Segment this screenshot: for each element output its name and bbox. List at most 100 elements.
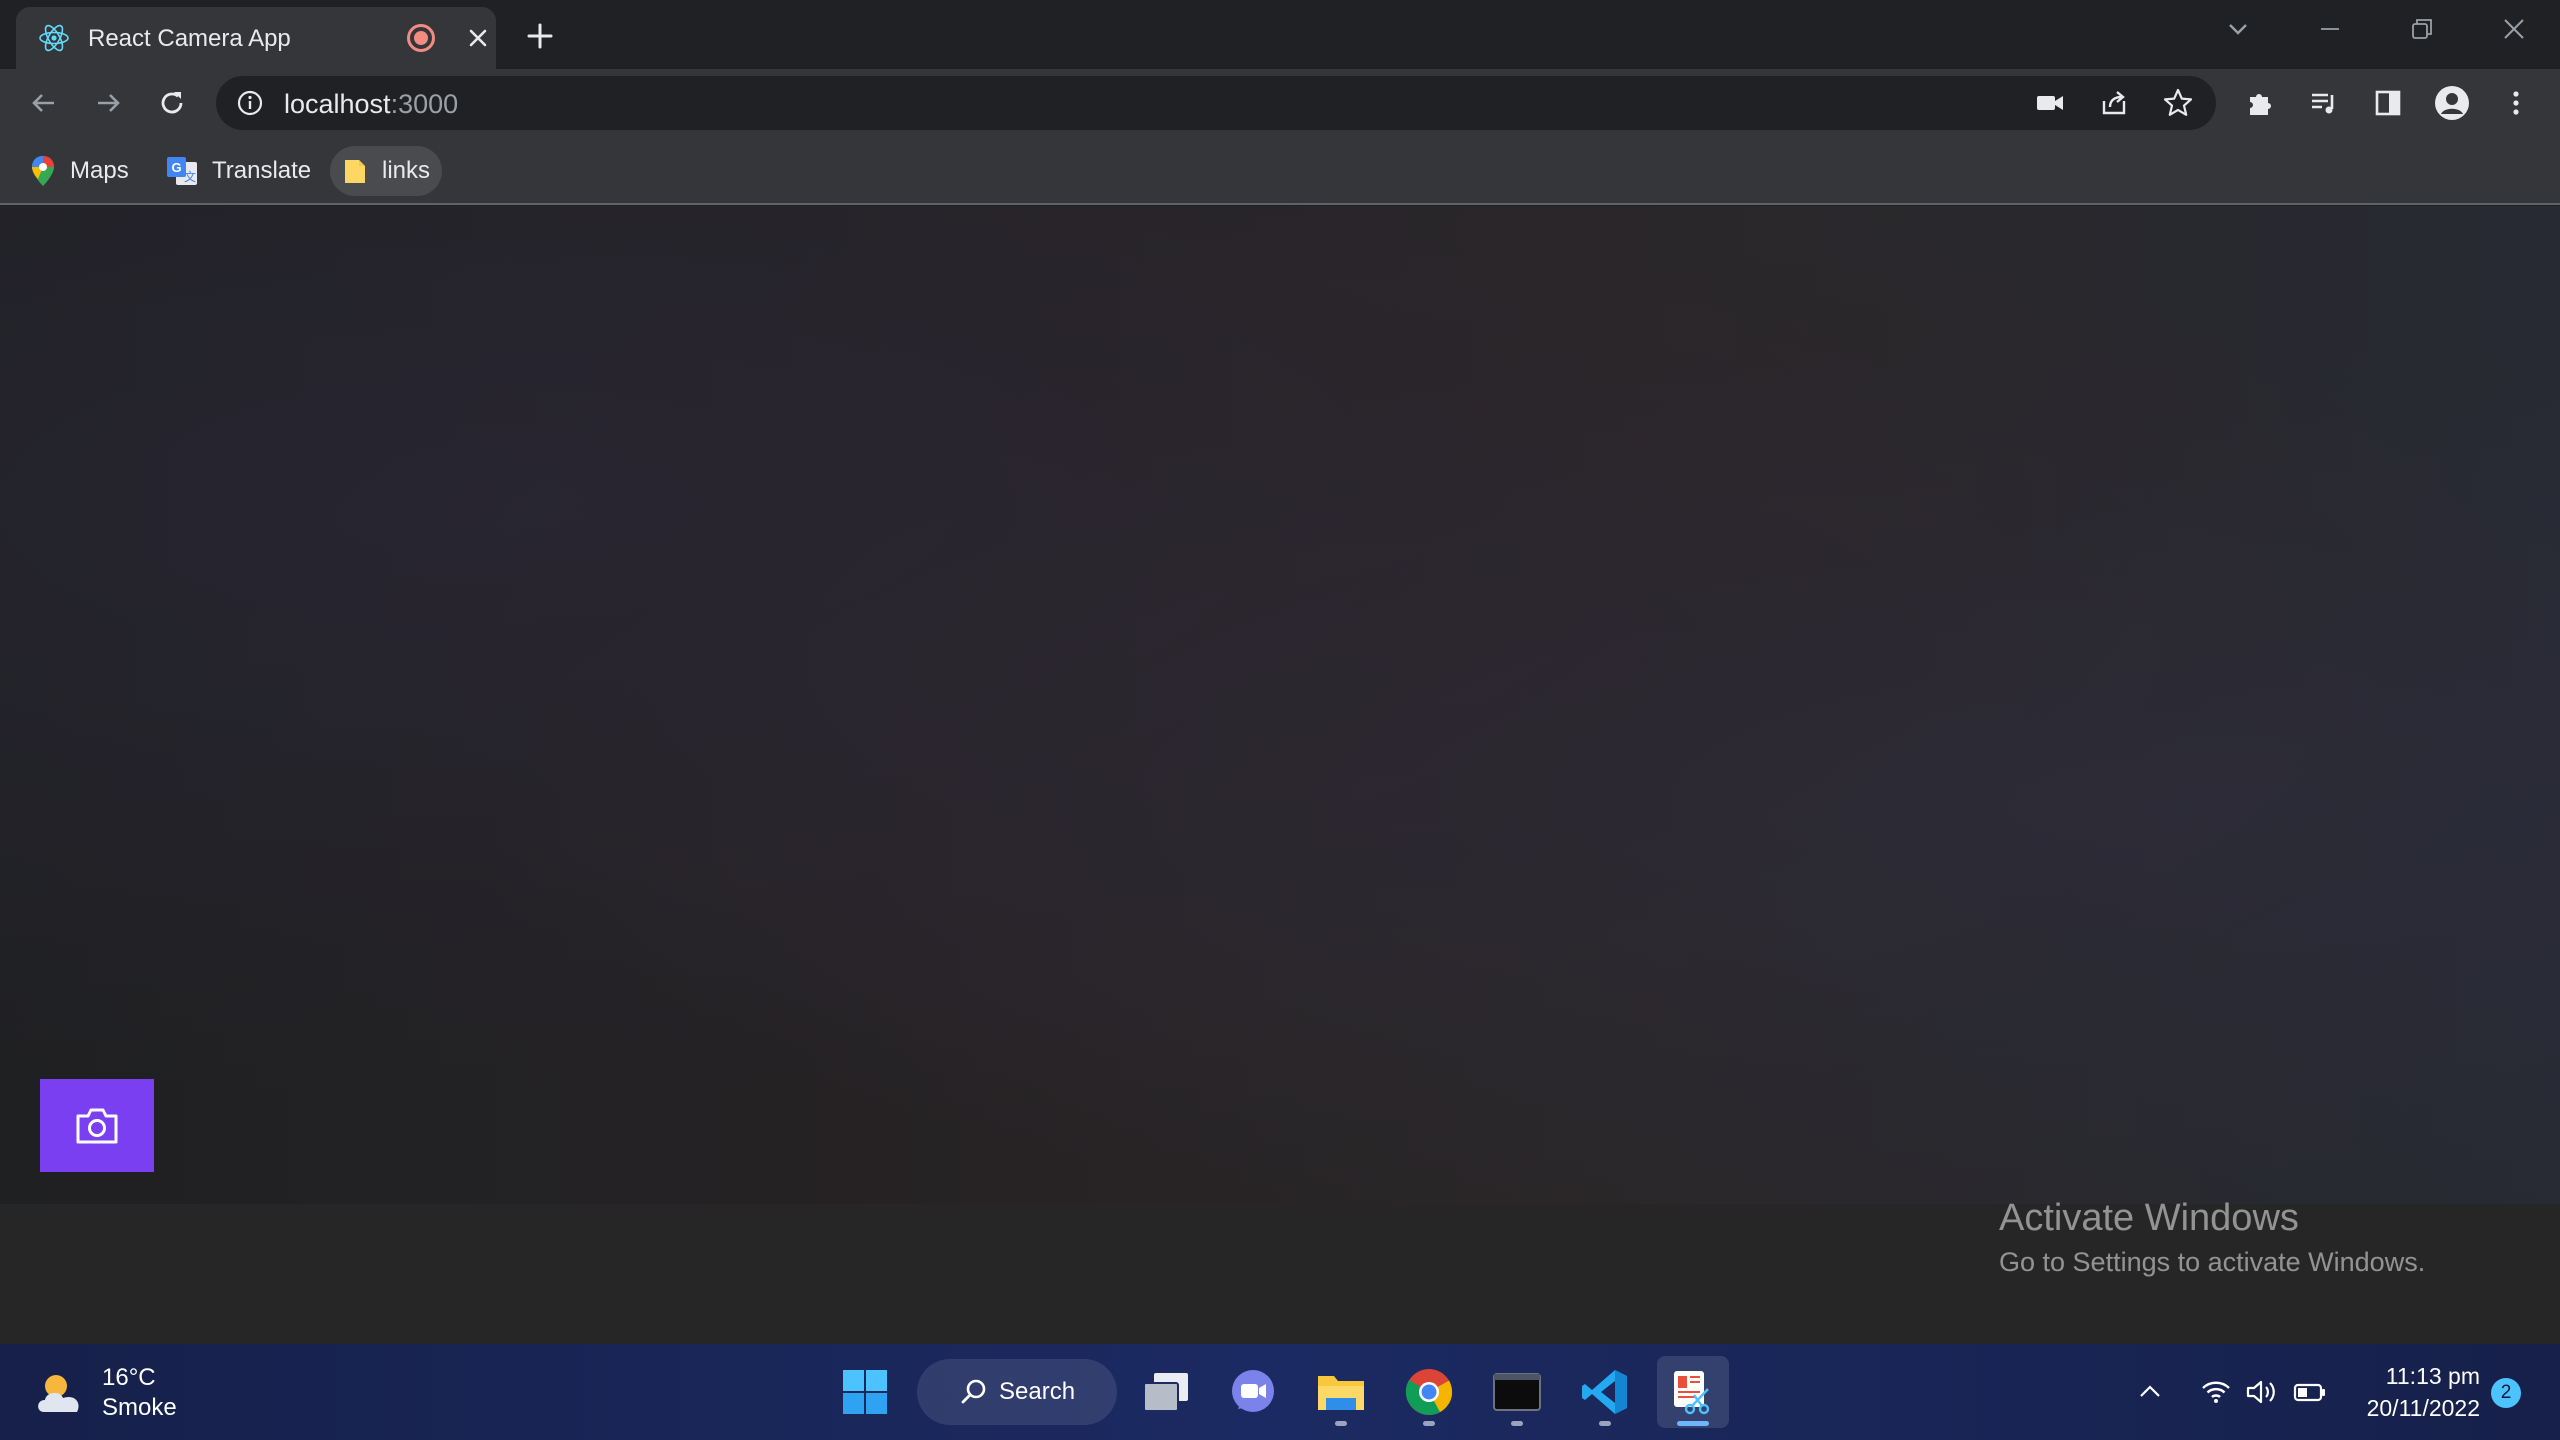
bookmark-folder-links[interactable]: links: [330, 146, 443, 196]
bookmark-label: links: [382, 157, 431, 184]
profile-button[interactable]: [2432, 83, 2472, 123]
capture-photo-button[interactable]: [40, 1079, 154, 1172]
browser-tab[interactable]: React Camera App: [16, 7, 496, 69]
browser-toolbar: localhost:3000: [0, 69, 2560, 137]
search-icon: [961, 1379, 986, 1404]
terminal-icon: [1493, 1373, 1541, 1411]
clock-time: 11:13 pm: [2385, 1363, 2480, 1389]
weather-description: Smoke: [102, 1394, 177, 1421]
running-indicator: [1599, 1421, 1611, 1426]
show-hidden-icons-button[interactable]: [2130, 1372, 2170, 1412]
taskbar-clock[interactable]: 11:13 pm 20/11/2022: [2340, 1360, 2480, 1424]
terminal-button[interactable]: [1481, 1356, 1553, 1428]
arrow-right-icon: [98, 94, 120, 112]
weather-widget[interactable]: 16°C Smoke: [34, 1362, 234, 1424]
volume-button[interactable]: [2242, 1372, 2282, 1412]
puzzle-icon: [2250, 94, 2271, 115]
side-panel-button[interactable]: [2368, 83, 2408, 123]
more-vert-icon: [2513, 91, 2519, 115]
bookmark-star-button[interactable]: [2160, 85, 2196, 121]
site-info-icon[interactable]: [236, 89, 264, 117]
snipping-tool-icon: [1674, 1371, 1710, 1415]
clock-date: 20/11/2022: [2366, 1395, 2480, 1421]
share-button[interactable]: [2096, 85, 2132, 121]
extensions-button[interactable]: [2240, 83, 2280, 123]
forward-button[interactable]: [88, 83, 128, 123]
partly-cloudy-icon: [38, 1375, 79, 1412]
bookmark-label: Translate: [212, 157, 312, 184]
side-panel-icon: [2375, 90, 2401, 116]
arrow-left-icon: [32, 94, 54, 112]
bookmark-translate[interactable]: G 文 Translate: [154, 146, 323, 196]
restore-icon: [2412, 19, 2432, 39]
running-indicator: [1335, 1421, 1347, 1426]
svg-text:G: G: [171, 160, 181, 175]
vscode-button[interactable]: [1569, 1356, 1641, 1428]
running-indicator: [1423, 1421, 1435, 1426]
camera-icon: [76, 1108, 118, 1143]
watermark-title: Activate Windows: [1999, 1197, 2299, 1239]
network-button[interactable]: [2196, 1372, 2236, 1412]
file-explorer-icon: [1318, 1376, 1364, 1410]
watermark-subtitle: Go to Settings to activate Windows.: [1999, 1247, 2426, 1277]
windows-taskbar: 16°C Smoke Search 11:13 pm 20/11/2022 2: [0, 1344, 2560, 1440]
translate-icon: G 文: [167, 157, 197, 185]
close-window-button[interactable]: [2470, 0, 2558, 58]
share-icon: [2102, 91, 2126, 115]
page-content: Activate Windows Go to Settings to activ…: [0, 206, 2560, 1344]
restore-button[interactable]: [2378, 0, 2466, 58]
url-port: :3000: [390, 89, 459, 119]
new-tab-icon[interactable]: [520, 16, 560, 56]
menu-button[interactable]: [2496, 83, 2536, 123]
media-control-button[interactable]: [2304, 83, 2344, 123]
minimize-icon: [2321, 28, 2339, 30]
bookmark-maps[interactable]: Maps: [18, 146, 141, 196]
svg-text:文: 文: [184, 169, 196, 184]
url-text[interactable]: localhost:3000: [284, 89, 458, 120]
file-explorer-button[interactable]: [1305, 1356, 1377, 1428]
close-icon: [2504, 19, 2524, 39]
running-indicator: [1677, 1421, 1709, 1426]
address-bar[interactable]: localhost:3000: [216, 76, 2216, 130]
teams-chat-button[interactable]: [1217, 1356, 1289, 1428]
chevron-down-icon: [2229, 24, 2247, 35]
speaker-icon: [2246, 1380, 2275, 1404]
snipping-tool-button[interactable]: [1657, 1356, 1729, 1428]
wifi-icon: [2202, 1381, 2230, 1403]
notification-badge[interactable]: 2: [2491, 1378, 2521, 1408]
search-label: Search: [999, 1378, 1076, 1405]
camera-video-feed: [0, 206, 2560, 1204]
chrome-button[interactable]: [1393, 1356, 1465, 1428]
chevron-up-icon: [2140, 1385, 2160, 1397]
minimize-button[interactable]: [2286, 0, 2374, 58]
battery-icon: [2293, 1383, 2325, 1402]
activate-windows-watermark: Activate Windows Go to Settings to activ…: [1999, 1194, 2425, 1280]
tab-search-button[interactable]: [2194, 0, 2282, 58]
maps-pin-icon: [32, 156, 54, 186]
close-tab-icon[interactable]: [464, 24, 492, 52]
vscode-icon: [1582, 1370, 1627, 1414]
taskbar-search[interactable]: Search: [917, 1359, 1117, 1425]
tab-strip: React Camera App: [0, 0, 2560, 69]
media-queue-icon: [2312, 93, 2334, 114]
bookmarks-bar: Maps G 文 Translate links: [0, 137, 2560, 205]
url-host: localhost: [284, 89, 391, 119]
running-indicator: [1511, 1421, 1523, 1426]
recording-dot-icon: [407, 24, 435, 52]
avatar-icon: [2435, 86, 2469, 120]
reload-icon: [161, 92, 183, 114]
reload-button[interactable]: [152, 83, 192, 123]
tab-title: React Camera App: [88, 25, 291, 52]
back-button[interactable]: [24, 83, 64, 123]
folder-icon: [345, 160, 365, 183]
weather-temperature: 16°C: [102, 1364, 156, 1391]
camera-in-use-button[interactable]: [2032, 85, 2068, 121]
video-camera-icon: [2037, 96, 2063, 110]
react-atom-icon: [39, 24, 69, 52]
battery-button[interactable]: [2290, 1372, 2330, 1412]
bookmark-label: Maps: [70, 157, 129, 184]
teams-chat-icon: [1232, 1370, 1274, 1412]
chrome-icon: [1405, 1369, 1453, 1415]
task-view-button[interactable]: [1130, 1356, 1202, 1428]
start-button[interactable]: [829, 1356, 901, 1428]
